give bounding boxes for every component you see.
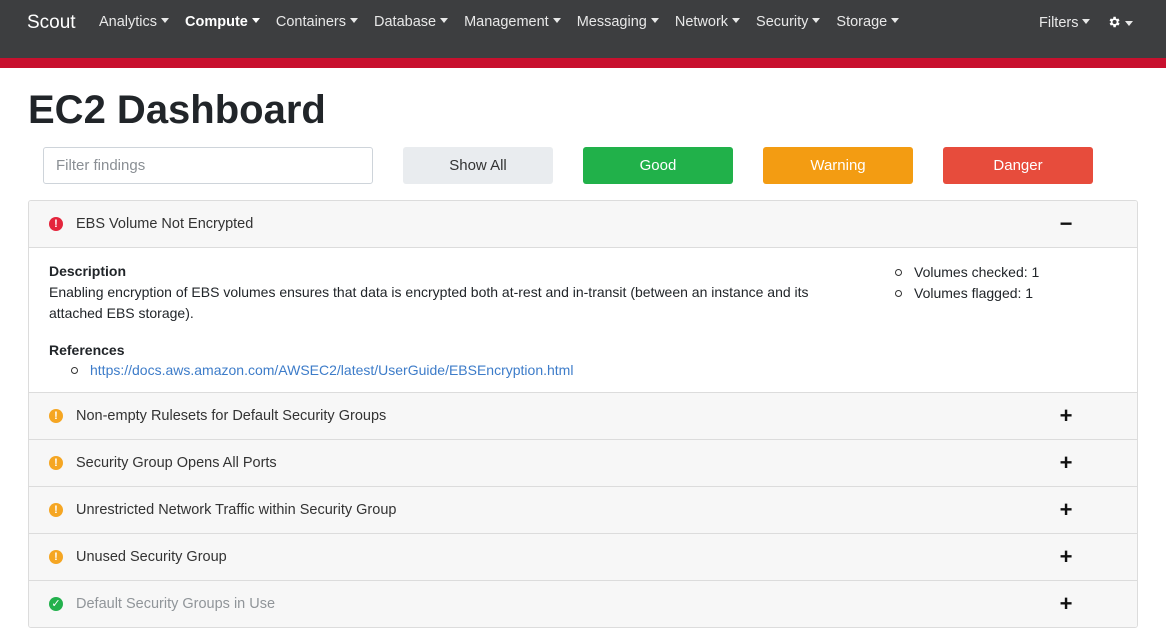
volumes-checked: Volumes checked: 1	[914, 264, 1040, 280]
accent-bar	[0, 58, 1166, 68]
findings-list: ! EBS Volume Not Encrypted − Description…	[28, 200, 1138, 628]
menu-containers[interactable]: Containers	[276, 12, 358, 32]
page-title: EC2 Dashboard	[28, 88, 326, 132]
caret-down-icon	[552, 18, 561, 23]
references-label: References	[49, 342, 125, 358]
menu-messaging[interactable]: Messaging	[577, 12, 659, 32]
danger-filter-button[interactable]: Danger	[943, 147, 1093, 184]
finding-title: Unused Security Group	[76, 549, 227, 565]
finding-header[interactable]: ! Security Group Opens All Ports +	[29, 440, 1137, 486]
expand-icon[interactable]: +	[1058, 546, 1074, 568]
description-label: Description	[49, 263, 127, 279]
reference-link[interactable]: https://docs.aws.amazon.com/AWSEC2/lates…	[90, 361, 573, 379]
menu-analytics[interactable]: Analytics	[99, 12, 170, 32]
check-status-icon: ✓	[49, 597, 63, 611]
expand-icon[interactable]: +	[1058, 499, 1074, 521]
caret-down-icon	[1125, 20, 1134, 26]
references-list: https://docs.aws.amazon.com/AWSEC2/lates…	[71, 361, 573, 379]
caret-down-icon	[650, 18, 659, 23]
finding-title: EBS Volume Not Encrypted	[76, 216, 254, 232]
caret-down-icon	[440, 18, 449, 23]
finding-header[interactable]: ! Unrestricted Network Traffic within Se…	[29, 487, 1137, 533]
caret-down-icon	[891, 18, 900, 23]
collapse-icon[interactable]: −	[1058, 213, 1074, 235]
filters-dropdown[interactable]: Filters	[1039, 13, 1091, 33]
list-item: Volumes flagged: 1	[895, 283, 1039, 304]
finding-item: ! Unrestricted Network Traffic within Se…	[29, 487, 1137, 534]
circle-bullet-icon	[71, 366, 78, 374]
finding-item: ! EBS Volume Not Encrypted − Description…	[29, 201, 1137, 393]
list-item: https://docs.aws.amazon.com/AWSEC2/lates…	[71, 361, 573, 379]
caret-down-icon	[1082, 19, 1091, 24]
finding-header[interactable]: ✓ Default Security Groups in Use +	[29, 581, 1137, 627]
expand-icon[interactable]: +	[1058, 593, 1074, 615]
gear-icon	[1107, 15, 1121, 32]
warning-status-icon: !	[49, 550, 63, 564]
finding-title: Unrestricted Network Traffic within Secu…	[76, 502, 397, 518]
caret-down-icon	[812, 18, 821, 23]
finding-details: Description Enabling encryption of EBS v…	[29, 247, 1137, 392]
danger-status-icon: !	[49, 217, 63, 231]
circle-bullet-icon	[895, 290, 902, 297]
warning-filter-button[interactable]: Warning	[763, 147, 913, 184]
finding-item: ✓ Default Security Groups in Use +	[29, 581, 1137, 627]
menu-compute[interactable]: Compute	[185, 12, 260, 32]
brand-logo[interactable]: Scout	[27, 10, 76, 36]
menu-management[interactable]: Management	[464, 12, 561, 32]
finding-stats: Volumes checked: 1 Volumes flagged: 1	[895, 262, 1039, 304]
volumes-flagged: Volumes flagged: 1	[914, 285, 1034, 301]
description-text: Enabling encryption of EBS volumes ensur…	[49, 284, 809, 321]
expand-icon[interactable]: +	[1058, 405, 1074, 427]
show-all-button[interactable]: Show All	[403, 147, 553, 184]
expand-icon[interactable]: +	[1058, 452, 1074, 474]
good-filter-button[interactable]: Good	[583, 147, 733, 184]
finding-title: Default Security Groups in Use	[76, 596, 276, 612]
caret-down-icon	[161, 18, 170, 23]
warning-status-icon: !	[49, 503, 63, 517]
caret-down-icon	[732, 18, 741, 23]
menu-network[interactable]: Network	[675, 12, 741, 32]
finding-header[interactable]: ! Non-empty Rulesets for Default Securit…	[29, 393, 1137, 439]
caret-down-icon	[251, 18, 260, 23]
warning-status-icon: !	[49, 456, 63, 470]
menu-database[interactable]: Database	[374, 12, 449, 32]
finding-header[interactable]: ! EBS Volume Not Encrypted −	[29, 201, 1137, 247]
navbar-right: Filters	[1039, 13, 1134, 33]
finding-item: ! Unused Security Group +	[29, 534, 1137, 581]
finding-header[interactable]: ! Unused Security Group +	[29, 534, 1137, 580]
main-menu: Analytics Compute Containers Database Ma…	[99, 12, 915, 32]
settings-dropdown[interactable]	[1107, 15, 1134, 32]
filter-findings-input[interactable]	[43, 147, 373, 184]
circle-bullet-icon	[895, 269, 902, 276]
menu-security[interactable]: Security	[756, 12, 821, 32]
top-navbar: Scout Analytics Compute Containers Datab…	[0, 0, 1166, 58]
menu-storage[interactable]: Storage	[836, 12, 900, 32]
warning-status-icon: !	[49, 409, 63, 423]
finding-title: Non-empty Rulesets for Default Security …	[76, 408, 387, 424]
caret-down-icon	[350, 18, 358, 23]
list-item: Volumes checked: 1	[895, 262, 1039, 283]
finding-item: ! Non-empty Rulesets for Default Securit…	[29, 393, 1137, 440]
finding-item: ! Security Group Opens All Ports +	[29, 440, 1137, 487]
finding-title: Security Group Opens All Ports	[76, 455, 277, 471]
